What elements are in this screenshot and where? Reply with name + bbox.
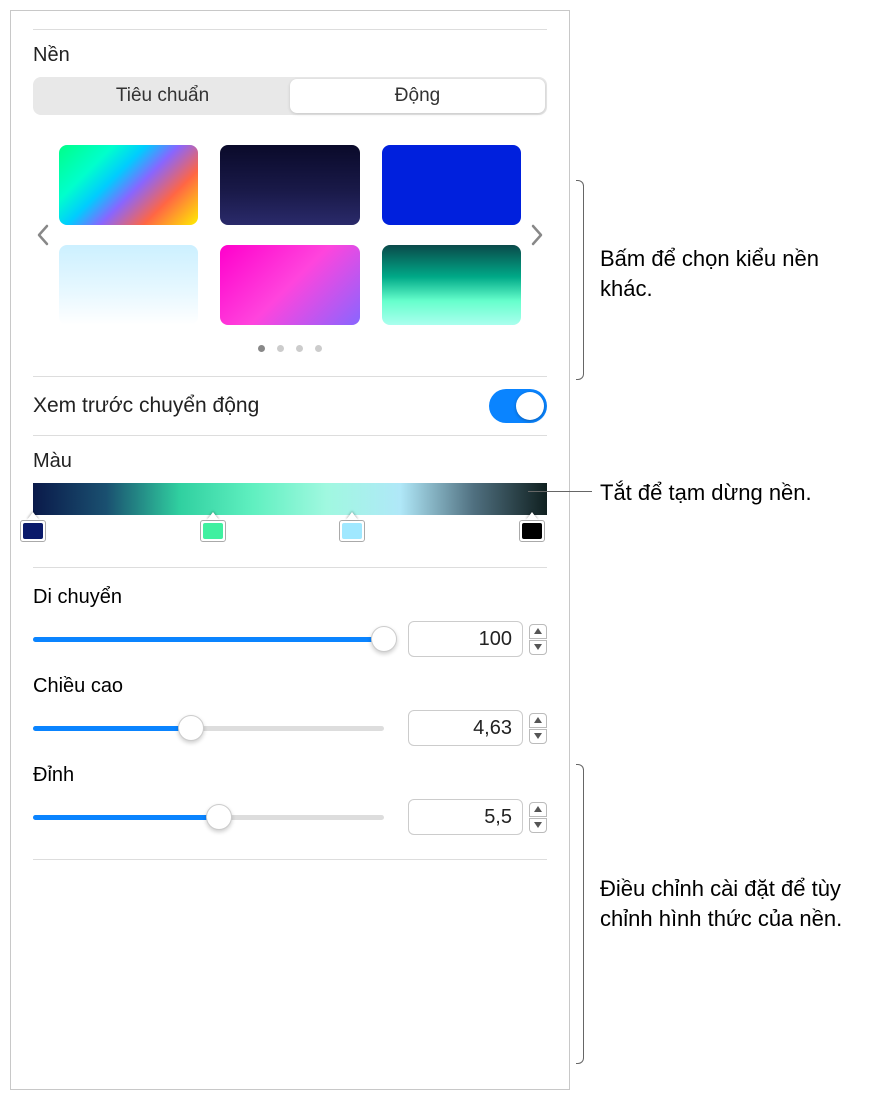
color-stop-3[interactable] <box>339 512 365 542</box>
callout-adjust: Điều chỉnh cài đặt để tùy chỉnh hình thứ… <box>600 874 860 933</box>
sliders-container: Di chuyển Chiều cao <box>33 586 547 835</box>
callout-pick-style: Bấm để chọn kiểu nền khác. <box>600 244 870 303</box>
bottom-divider <box>33 859 547 860</box>
thumbnail-white-cloud-sky[interactable] <box>59 245 198 325</box>
pager-dot-3[interactable] <box>296 345 303 352</box>
stepper-up-move[interactable] <box>529 624 547 639</box>
pager-dot-1[interactable] <box>258 345 265 352</box>
gradient-bar[interactable] <box>33 483 547 515</box>
stepper-down-peak[interactable] <box>529 818 547 833</box>
stepper-height <box>408 710 547 746</box>
motion-preview-toggle[interactable] <box>489 389 547 423</box>
slider-label-move: Di chuyển <box>33 586 547 609</box>
top-divider <box>33 29 547 30</box>
section-title-background: Nền <box>33 44 547 67</box>
pager-dot-2[interactable] <box>277 345 284 352</box>
thumbnail-dark-clouds[interactable] <box>220 145 359 225</box>
slider-section-height: Chiều cao <box>33 675 547 746</box>
slider-height[interactable] <box>33 716 384 740</box>
stepper-up-height[interactable] <box>529 713 547 728</box>
stepper-peak <box>408 799 547 835</box>
segment-standard[interactable]: Tiêu chuẩn <box>35 79 290 113</box>
stepper-input-move[interactable] <box>408 621 523 657</box>
callout-toggle-off: Tắt để tạm dừng nền. <box>600 478 880 508</box>
divider-2 <box>33 435 547 436</box>
thumbnail-rainbow-gradient[interactable] <box>59 145 198 225</box>
slider-move[interactable] <box>33 627 384 651</box>
divider-3 <box>33 567 547 568</box>
motion-preview-row: Xem trước chuyển động <box>33 377 547 435</box>
stepper-input-peak[interactable] <box>408 799 523 835</box>
segment-dynamic[interactable]: Động <box>290 79 545 113</box>
stepper-down-height[interactable] <box>529 729 547 744</box>
motion-preview-label: Xem trước chuyển động <box>33 394 259 418</box>
color-stop-4[interactable] <box>519 512 545 542</box>
carousel-pager <box>33 345 547 352</box>
section-title-color: Màu <box>33 450 547 473</box>
stepper-up-peak[interactable] <box>529 802 547 817</box>
carousel-next-icon[interactable] <box>527 215 547 255</box>
thumbnail-magenta-blue[interactable] <box>220 245 359 325</box>
background-type-segmented: Tiêu chuẩn Động <box>33 77 547 115</box>
gradient-stops <box>33 515 547 549</box>
color-stop-1[interactable] <box>20 512 46 542</box>
background-settings-panel: Nền Tiêu chuẩn Động Xem trước chuyển độn… <box>10 10 570 1090</box>
stepper-input-height[interactable] <box>408 710 523 746</box>
slider-label-peak: Đỉnh <box>33 764 547 787</box>
background-carousel <box>33 145 547 325</box>
carousel-prev-icon[interactable] <box>33 215 53 255</box>
slider-section-peak: Đỉnh <box>33 764 547 835</box>
stepper-move <box>408 621 547 657</box>
toggle-knob <box>516 392 544 420</box>
thumbnail-solid-blue[interactable] <box>382 145 521 225</box>
bracket-pick-style <box>576 180 584 380</box>
slider-peak[interactable] <box>33 805 384 829</box>
line-toggle <box>528 491 592 492</box>
thumbnail-teal-clouds[interactable] <box>382 245 521 325</box>
bracket-adjust <box>576 764 584 1064</box>
pager-dot-4[interactable] <box>315 345 322 352</box>
slider-label-height: Chiều cao <box>33 675 547 698</box>
thumbnail-grid <box>59 145 521 325</box>
stepper-down-move[interactable] <box>529 640 547 655</box>
slider-section-move: Di chuyển <box>33 586 547 657</box>
color-stop-2[interactable] <box>200 512 226 542</box>
